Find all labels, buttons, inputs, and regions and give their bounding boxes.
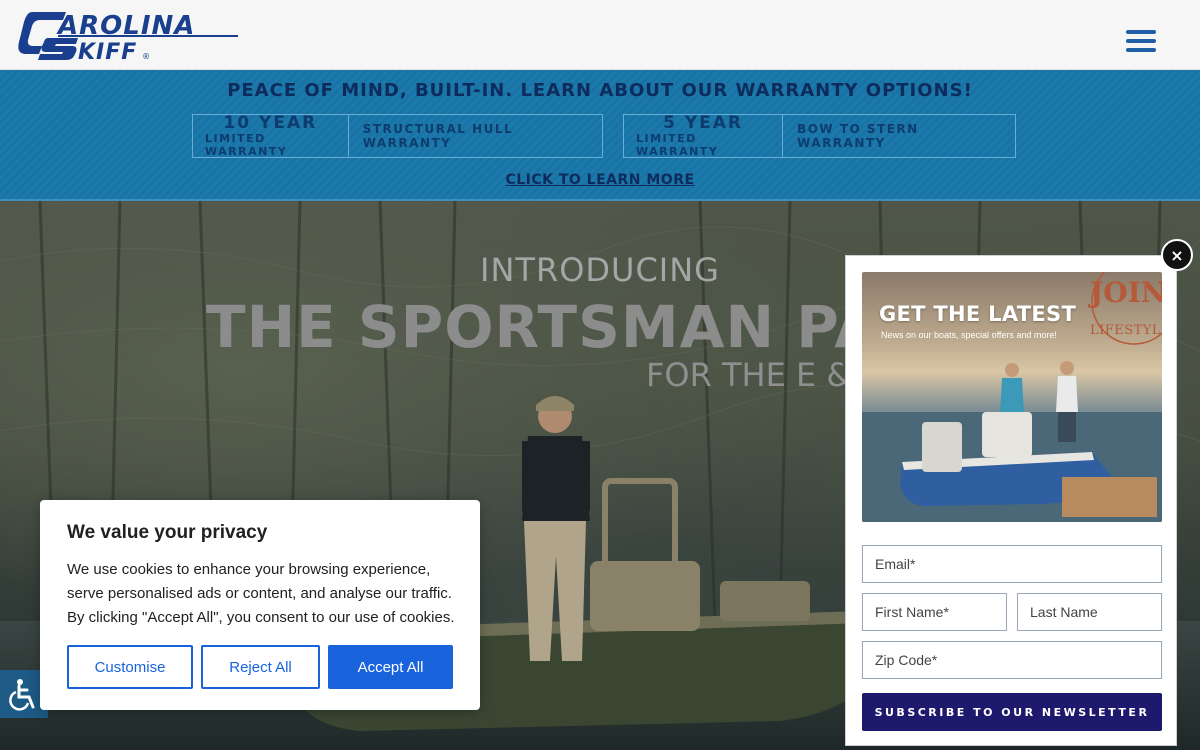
email-field[interactable]: Email* <box>862 545 1162 583</box>
promo-subtext: News on our boats, special offers and mo… <box>881 330 1057 340</box>
warranty-limited: LIMITED WARRANTY <box>205 131 288 158</box>
last-name-field[interactable]: Last Name <box>1017 593 1162 631</box>
warranty-heading: PEACE OF MIND, BUILT-IN. LEARN ABOUT OUR… <box>227 80 973 101</box>
reject-all-button[interactable]: Reject All <box>201 645 320 689</box>
promo-lifestyle: LIFESTYLE <box>1090 323 1162 338</box>
subscribe-button[interactable]: SUBSCRIBE TO OUR NEWSLETTER <box>862 693 1162 731</box>
learn-more-link[interactable]: CLICK TO LEARN MORE <box>0 172 1200 188</box>
site-header: AROLINA KIFF ® <box>0 0 1200 70</box>
accept-all-button[interactable]: Accept All <box>328 645 453 689</box>
warranty-option-5-year[interactable]: 5 YEAR LIMITED WARRANTY BOW TO STERN WAR… <box>623 114 1016 158</box>
newsletter-popup: GET THE LATEST News on our boats, specia… <box>845 255 1177 746</box>
warranty-type: BOW TO STERN WARRANTY <box>797 122 919 150</box>
wheelchair-accessibility-icon <box>9 679 35 711</box>
promo-join: JOIN <box>1090 276 1162 309</box>
close-icon[interactable]: × <box>1161 239 1193 271</box>
hamburger-menu-icon[interactable] <box>1126 30 1156 52</box>
svg-text:®: ® <box>142 52 150 61</box>
warranty-years: 10 YEAR <box>223 112 318 133</box>
warranty-banner: PEACE OF MIND, BUILT-IN. LEARN ABOUT OUR… <box>0 70 1200 201</box>
newsletter-promo-image: GET THE LATEST News on our boats, specia… <box>862 272 1162 522</box>
customise-button[interactable]: Customise <box>67 645 193 689</box>
warranty-option-10-year[interactable]: 10 YEAR LIMITED WARRANTY STRUCTURAL HULL… <box>192 114 603 158</box>
cookie-title: We value your privacy <box>67 522 268 543</box>
cookie-description: We use cookies to enhance your browsing … <box>67 561 455 626</box>
cookie-consent-banner: We value your privacy We use cookies to … <box>40 500 480 710</box>
carolina-skiff-logo[interactable]: AROLINA KIFF ® <box>18 8 238 65</box>
warranty-years: 5 YEAR <box>663 112 743 133</box>
svg-text:KIFF: KIFF <box>78 40 137 62</box>
warranty-term: 10 YEAR LIMITED WARRANTY <box>193 112 349 158</box>
first-name-field[interactable]: First Name* <box>862 593 1007 631</box>
warranty-term: 5 YEAR LIMITED WARRANTY <box>624 112 784 158</box>
warranty-type: STRUCTURAL HULL WARRANTY <box>362 122 514 150</box>
zip-code-field[interactable]: Zip Code* <box>862 641 1162 679</box>
promo-headline: GET THE LATEST <box>879 302 1077 326</box>
warranty-limited: LIMITED WARRANTY <box>636 131 719 158</box>
